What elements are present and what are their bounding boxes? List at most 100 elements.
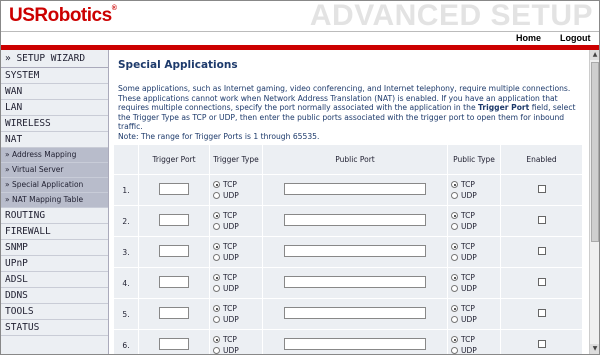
trigger-port-input[interactable] bbox=[159, 245, 189, 257]
scroll-up-arrow-icon[interactable]: ▲ bbox=[590, 50, 599, 60]
sidebar-item-wan[interactable]: WAN bbox=[1, 84, 108, 100]
radio-label: UDP bbox=[461, 253, 477, 262]
public-port-input[interactable] bbox=[284, 307, 426, 319]
table-row: 6. TCP UDP TCP UDP bbox=[113, 329, 583, 354]
radio-button[interactable] bbox=[451, 316, 458, 323]
radio-button[interactable] bbox=[213, 316, 220, 323]
radio-button[interactable] bbox=[451, 243, 458, 250]
public-type-udp-option[interactable]: UDP bbox=[449, 190, 499, 201]
radio-button[interactable] bbox=[213, 305, 220, 312]
sidebar-item-firewall[interactable]: FIREWALL bbox=[1, 224, 108, 240]
trigger-type-tcp-option[interactable]: TCP bbox=[211, 210, 261, 221]
radio-button[interactable] bbox=[451, 254, 458, 261]
radio-button[interactable] bbox=[213, 347, 220, 354]
radio-button[interactable] bbox=[451, 274, 458, 281]
trigger-port-input[interactable] bbox=[159, 338, 189, 350]
public-type-udp-option[interactable]: UDP bbox=[449, 283, 499, 294]
trigger-type-udp-option[interactable]: UDP bbox=[211, 283, 261, 294]
sidebar-item-tools[interactable]: TOOLS bbox=[1, 304, 108, 320]
public-port-input[interactable] bbox=[284, 245, 426, 257]
public-type-tcp-option[interactable]: TCP bbox=[449, 241, 499, 252]
trigger-port-input[interactable] bbox=[159, 307, 189, 319]
radio-button[interactable] bbox=[451, 347, 458, 354]
public-port-input[interactable] bbox=[284, 338, 426, 350]
radio-button[interactable] bbox=[213, 223, 220, 230]
sidebar-item-upnp[interactable]: UPnP bbox=[1, 256, 108, 272]
public-type-tcp-option[interactable]: TCP bbox=[449, 334, 499, 345]
sidebar-item-nat[interactable]: NAT bbox=[1, 132, 108, 148]
public-port-input[interactable] bbox=[284, 214, 426, 226]
radio-button[interactable] bbox=[451, 212, 458, 219]
enabled-checkbox[interactable] bbox=[537, 216, 546, 224]
public-type-tcp-option[interactable]: TCP bbox=[449, 272, 499, 283]
sidebar-item-setup-wizard[interactable]: » SETUP WIZARD bbox=[1, 50, 108, 68]
logout-link[interactable]: Logout bbox=[560, 33, 591, 43]
trigger-port-cell bbox=[138, 329, 210, 354]
radio-button[interactable] bbox=[213, 212, 220, 219]
scroll-down-arrow-icon[interactable]: ▼ bbox=[590, 344, 599, 354]
trigger-type-udp-option[interactable]: UDP bbox=[211, 252, 261, 263]
header: USRobotics® ADVANCED SETUP bbox=[1, 1, 599, 32]
public-port-input[interactable] bbox=[284, 276, 426, 288]
trigger-type-udp-option[interactable]: UDP bbox=[211, 345, 261, 354]
sidebar-item-system[interactable]: SYSTEM bbox=[1, 68, 108, 84]
sidebar-item-status[interactable]: STATUS bbox=[1, 320, 108, 336]
public-type-udp-option[interactable]: UDP bbox=[449, 221, 499, 232]
trigger-port-input[interactable] bbox=[159, 276, 189, 288]
public-port-cell bbox=[262, 267, 448, 299]
radio-button[interactable] bbox=[213, 274, 220, 281]
public-type-tcp-option[interactable]: TCP bbox=[449, 303, 499, 314]
enabled-cell bbox=[500, 267, 583, 299]
enabled-checkbox[interactable] bbox=[537, 185, 546, 193]
public-type-tcp-option[interactable]: TCP bbox=[449, 210, 499, 221]
trigger-type-udp-option[interactable]: UDP bbox=[211, 221, 261, 232]
home-link[interactable]: Home bbox=[516, 33, 541, 43]
trigger-type-tcp-option[interactable]: TCP bbox=[211, 241, 261, 252]
sidebar-subitem-virtual-server[interactable]: » Virtual Server bbox=[1, 163, 108, 178]
sidebar-subitem-special-application[interactable]: » Special Application bbox=[1, 178, 108, 193]
radio-button[interactable] bbox=[451, 181, 458, 188]
radio-button[interactable] bbox=[213, 192, 220, 199]
public-type-udp-option[interactable]: UDP bbox=[449, 345, 499, 354]
trigger-type-tcp-option[interactable]: TCP bbox=[211, 303, 261, 314]
trigger-type-tcp-option[interactable]: TCP bbox=[211, 179, 261, 190]
enabled-checkbox[interactable] bbox=[537, 309, 546, 317]
sidebar-item-ddns[interactable]: DDNS bbox=[1, 288, 108, 304]
table-row: 2. TCP UDP TCP UDP bbox=[113, 205, 583, 237]
trigger-type-udp-option[interactable]: UDP bbox=[211, 190, 261, 201]
sidebar-item-wireless[interactable]: WIRELESS bbox=[1, 116, 108, 132]
enabled-checkbox[interactable] bbox=[537, 247, 546, 255]
row-number: 2. bbox=[113, 205, 139, 237]
radio-button[interactable] bbox=[213, 243, 220, 250]
sidebar-item-routing[interactable]: ROUTING bbox=[1, 208, 108, 224]
radio-button[interactable] bbox=[213, 285, 220, 292]
radio-button[interactable] bbox=[451, 192, 458, 199]
public-type-udp-option[interactable]: UDP bbox=[449, 252, 499, 263]
sidebar-item-snmp[interactable]: SNMP bbox=[1, 240, 108, 256]
radio-button[interactable] bbox=[451, 285, 458, 292]
public-port-input[interactable] bbox=[284, 183, 426, 195]
trigger-port-input[interactable] bbox=[159, 183, 189, 195]
trigger-type-udp-option[interactable]: UDP bbox=[211, 314, 261, 325]
radio-button[interactable] bbox=[451, 336, 458, 343]
header-enabled: Enabled bbox=[500, 144, 583, 175]
radio-button[interactable] bbox=[213, 181, 220, 188]
enabled-checkbox[interactable] bbox=[537, 278, 546, 286]
public-type-udp-option[interactable]: UDP bbox=[449, 314, 499, 325]
main-content: Special Applications Some applications, … bbox=[109, 50, 589, 354]
trigger-type-tcp-option[interactable]: TCP bbox=[211, 334, 261, 345]
enabled-checkbox[interactable] bbox=[537, 340, 546, 348]
trigger-type-tcp-option[interactable]: TCP bbox=[211, 272, 261, 283]
radio-button[interactable] bbox=[451, 305, 458, 312]
scroll-thumb[interactable] bbox=[591, 62, 599, 242]
trigger-port-input[interactable] bbox=[159, 214, 189, 226]
sidebar-subitem-nat-mapping-table[interactable]: » NAT Mapping Table bbox=[1, 193, 108, 208]
public-type-tcp-option[interactable]: TCP bbox=[449, 179, 499, 190]
radio-button[interactable] bbox=[213, 336, 220, 343]
radio-button[interactable] bbox=[213, 254, 220, 261]
vertical-scrollbar[interactable]: ▲ ▼ bbox=[589, 50, 599, 354]
sidebar-subitem-address-mapping[interactable]: » Address Mapping bbox=[1, 148, 108, 163]
sidebar-item-lan[interactable]: LAN bbox=[1, 100, 108, 116]
radio-button[interactable] bbox=[451, 223, 458, 230]
sidebar-item-adsl[interactable]: ADSL bbox=[1, 272, 108, 288]
